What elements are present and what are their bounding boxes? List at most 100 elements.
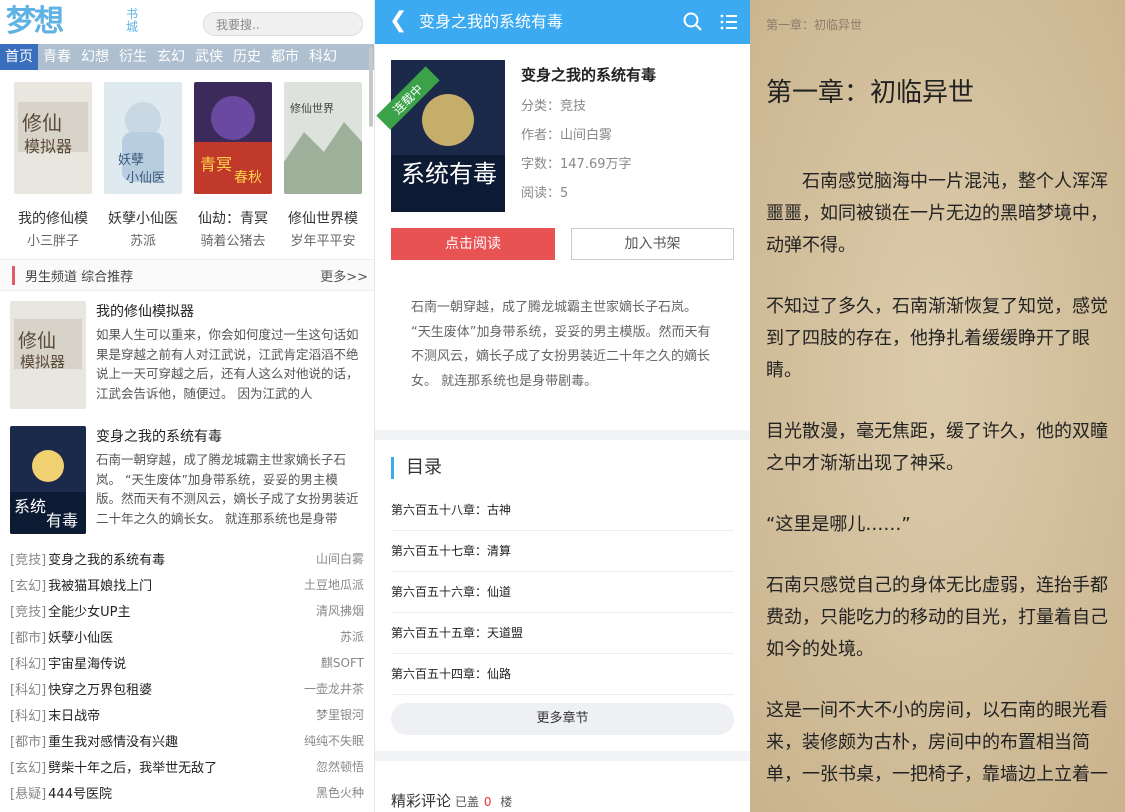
hot-books: 修仙 模拟器 我的修仙模 小三胖子 妖孽 小仙医 妖孽小仙医 苏派 青冥 春秋 仙劫：…	[0, 70, 374, 249]
action-buttons: 点击阅读 加入书架	[391, 228, 734, 260]
list-item[interactable]: [竞技] 全能少女UP主 清风拂烟	[10, 597, 364, 623]
search-icon[interactable]	[682, 11, 704, 33]
paragraph: “这里是哪儿……”	[766, 514, 911, 535]
back-icon[interactable]: ❮	[389, 9, 407, 33]
svg-text:模拟器: 模拟器	[20, 353, 65, 371]
svg-text:修仙世界: 修仙世界	[290, 101, 334, 115]
list-title[interactable]: 全能少女UP主	[48, 601, 130, 620]
list-category: [都市]	[10, 630, 47, 646]
list-category: [竞技]	[10, 604, 47, 620]
nav-item[interactable]: 都市	[266, 44, 304, 70]
hot-book-author: 小三胖子	[26, 234, 79, 249]
hot-book-title[interactable]: 仙劫：青冥	[188, 208, 278, 228]
book-list: [竞技] 变身之我的系统有毒 山间白雾 [玄幻] 我被猫耳娘找上门 土豆地瓜派 [竞技]…	[0, 541, 374, 805]
list-title[interactable]: 重生我对感情没有兴趣	[48, 731, 178, 750]
paragraph: 石南只感觉自己的身体无比虚弱，连抬手都费劲，只能吃力的移动的目光，打量着自己如今…	[766, 575, 1108, 660]
hot-book[interactable]: 修仙世界 修仙世界模 岁年平平安	[278, 82, 368, 249]
search-input[interactable]: 我要搜..	[203, 12, 363, 36]
nav-item[interactable]: 青春	[38, 44, 76, 70]
menu-icon[interactable]	[718, 11, 740, 33]
chapter-item[interactable]: 第六百五十七章：清算	[391, 531, 734, 572]
list-author: 忽然顿悟	[315, 759, 364, 774]
book-cover[interactable]: 系统有毒	[10, 426, 86, 534]
list-author: 土豆地瓜派	[303, 577, 364, 592]
svg-text:小仙医: 小仙医	[126, 171, 165, 186]
reader-panel[interactable]: 第一章：初临异世 第一章：初临异世 石南感觉脑海中一片混沌，整个人浑浑噩噩，如同…	[750, 0, 1125, 812]
chapter-content: 石南感觉脑海中一片混沌，整个人浑浑噩噩，如同被锁在一片无边的黑暗梦境中，动弹不得…	[766, 166, 1114, 812]
list-title[interactable]: 我被猫耳娘找上门	[48, 575, 152, 594]
add-to-shelf-button[interactable]: 加入书架	[571, 228, 734, 260]
logo-subtext: 书城	[126, 7, 139, 34]
recommend-item[interactable]: 修仙 模拟器 我的修仙模拟器 如果人生可以重来，你会如何度过一生这句话如果是穿越之…	[0, 291, 374, 416]
list-item[interactable]: [科幻] 末日战帝 梦里银河	[10, 701, 364, 727]
list-author: 麒SOFT	[320, 655, 364, 670]
book-cover[interactable]: 修仙模拟器	[14, 82, 92, 194]
nav-item[interactable]: 武侠	[190, 44, 228, 70]
list-item[interactable]: [都市] 妖孽小仙医 苏派	[10, 623, 364, 649]
book-cover[interactable]: 修仙模拟器	[10, 301, 86, 409]
chapter-item[interactable]: 第六百五十四章：仙路	[391, 654, 734, 695]
paragraph: 不知过了多久，石南渐渐恢复了知觉，感觉到了四肢的存在，他挣扎着缓缓睁开了眼睛。	[766, 296, 1108, 381]
nav-item[interactable]: 历史	[228, 44, 266, 70]
list-category: [竞技]	[10, 552, 47, 568]
book-reads: 阅读：5	[521, 186, 569, 201]
comments-title: 精彩评论	[391, 792, 452, 810]
list-item[interactable]: [科幻] 宇宙星海传说 麒SOFT	[10, 649, 364, 675]
list-title[interactable]: 宇宙星海传说	[48, 653, 126, 672]
nav-item[interactable]: 玄幻	[152, 44, 190, 70]
recommend-title[interactable]: 我的修仙模拟器	[96, 301, 361, 321]
list-category: [都市]	[10, 734, 47, 750]
list-category: [玄幻]	[10, 760, 47, 776]
hot-book-title[interactable]: 妖孽小仙医	[98, 208, 188, 228]
list-item[interactable]: [玄幻] 劈柴十年之后，我举世无敌了 忽然顿悟	[10, 753, 364, 779]
list-item[interactable]: [科幻] 快穿之万界包租婆 一壶龙井茶	[10, 675, 364, 701]
hot-book-title[interactable]: 修仙世界模	[278, 208, 368, 228]
nav-item[interactable]: 衍生	[114, 44, 152, 70]
list-item[interactable]: [悬疑] 444号医院 黑色火种	[10, 779, 364, 805]
list-title[interactable]: 444号医院	[48, 783, 112, 802]
book-cover[interactable]: 修仙世界	[284, 82, 362, 194]
book-cover[interactable]: 妖孽小仙医	[104, 82, 182, 194]
book-cover[interactable]: 青冥春秋	[194, 82, 272, 194]
list-item[interactable]: [玄幻] 我被猫耳娘找上门 土豆地瓜派	[10, 571, 364, 597]
hot-book[interactable]: 妖孽 小仙医 妖孽小仙医 苏派	[98, 82, 188, 249]
svg-text:修仙: 修仙	[18, 330, 56, 352]
list-item[interactable]: [竞技] 变身之我的系统有毒 山间白雾	[10, 545, 364, 571]
read-button[interactable]: 点击阅读	[391, 228, 555, 260]
chapter-item[interactable]: 第六百五十八章：古神	[391, 490, 734, 531]
chapter-label: 第一章：初临异世	[766, 18, 863, 32]
comments-suffix: 楼	[500, 795, 513, 809]
chapter-item[interactable]: 第六百五十五章：天道盟	[391, 613, 734, 654]
nav-item-home[interactable]: 首页	[0, 44, 38, 70]
list-title[interactable]: 劈柴十年之后，我举世无敌了	[48, 757, 217, 776]
site-logo[interactable]: 梦想 书城	[6, 4, 146, 40]
hot-book-title[interactable]: 我的修仙模	[8, 208, 98, 228]
more-link[interactable]: 更多>>	[320, 266, 368, 285]
book-description: 石南一朝穿越，成了腾龙城霸主世家嫡长子石岚。 “天生废体”加身带系统，妥妥的男主…	[411, 300, 711, 389]
book-detail-panel: ❮ 变身之我的系统有毒 系统有毒 连载中 变身之我的系统有毒 分类：竞技 作者：…	[375, 0, 750, 812]
list-item[interactable]: [都市] 重生我对感情没有兴趣 纯纯不失眠	[10, 727, 364, 753]
svg-text:有毒: 有毒	[46, 511, 78, 530]
list-title[interactable]: 变身之我的系统有毒	[48, 549, 165, 568]
recommend-item[interactable]: 系统 有毒 变身之我的系统有毒 石南一朝穿越，成了腾龙城霸主世家嫡长子石岚。 “天…	[0, 416, 374, 541]
nav-item[interactable]: 幻想	[76, 44, 114, 70]
recommend-title[interactable]: 变身之我的系统有毒	[96, 426, 361, 446]
chapter-item[interactable]: 第六百五十六章：仙道	[391, 572, 734, 613]
scrollbar[interactable]	[369, 47, 373, 127]
more-chapters-button[interactable]: 更多章节	[391, 703, 734, 735]
book-words: 字数：147.69万字	[521, 157, 632, 172]
home-panel: 梦想 书城 我要搜.. 首页 青春 幻想 衍生 玄幻 武侠 历史 都市 科幻 修…	[0, 0, 375, 812]
list-title[interactable]: 妖孽小仙医	[48, 627, 113, 646]
list-title[interactable]: 快穿之万界包租婆	[48, 679, 152, 698]
hot-book[interactable]: 青冥 春秋 仙劫：青冥 骑着公猪去	[188, 82, 278, 249]
logo-text: 梦想	[6, 4, 64, 39]
svg-text:妖孽: 妖孽	[118, 153, 144, 168]
recommend-desc: 石南一朝穿越，成了腾龙城霸主世家嫡长子石岚。 “天生废体”加身带系统，妥妥的男主…	[96, 452, 359, 526]
nav-item[interactable]: 科幻	[304, 44, 342, 70]
hot-book[interactable]: 修仙 模拟器 我的修仙模 小三胖子	[8, 82, 98, 249]
list-category: [科幻]	[10, 682, 47, 698]
comments-prefix: 已盖	[455, 795, 480, 809]
list-title[interactable]: 末日战帝	[48, 705, 100, 724]
svg-text:青冥: 青冥	[200, 155, 232, 174]
toc-title: 目录	[391, 457, 442, 479]
